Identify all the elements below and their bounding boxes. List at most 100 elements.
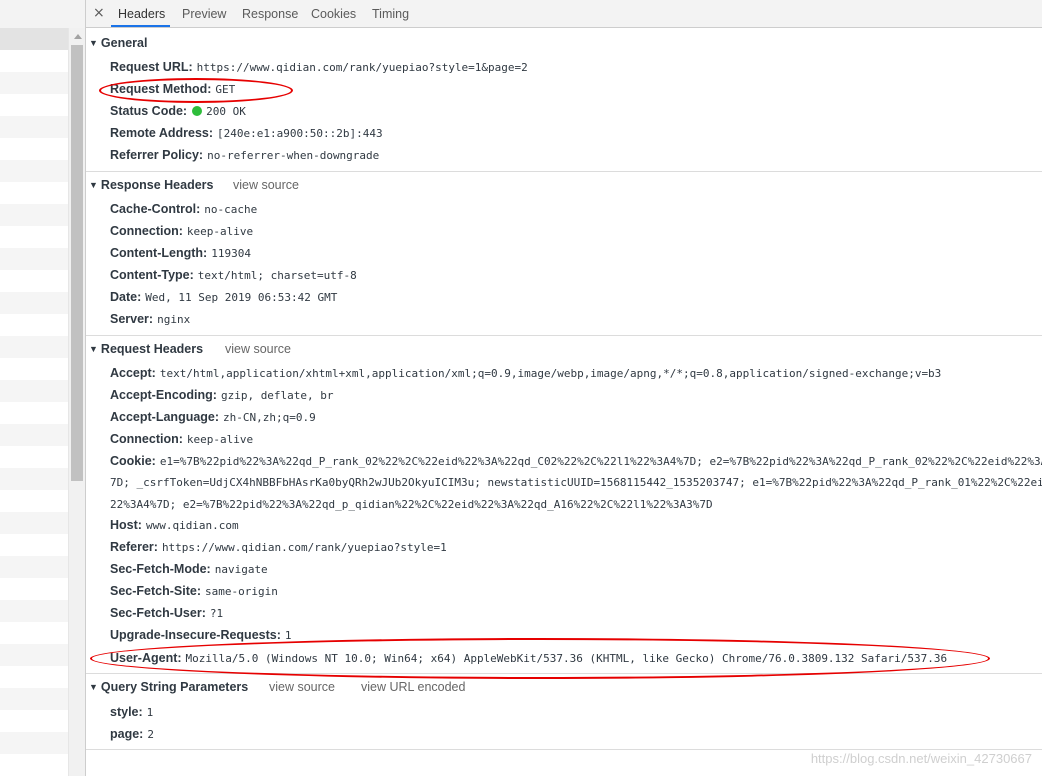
request-row[interactable] (0, 358, 68, 380)
request-row[interactable] (0, 270, 68, 292)
request-row[interactable] (0, 138, 68, 160)
request-row[interactable] (0, 556, 68, 578)
collapse-triangle-icon[interactable]: ▼ (89, 682, 98, 692)
header-value: 200 OK (206, 105, 246, 118)
section-title-label: Response Headers (100, 178, 214, 192)
header-key: User-Agent: (110, 651, 182, 665)
header-row: Content-Type: text/html; charset=utf-8 (110, 268, 357, 282)
request-row[interactable] (0, 292, 68, 314)
request-row[interactable] (0, 160, 68, 182)
header-row: Accept-Language: zh-CN,zh;q=0.9 (110, 410, 316, 424)
section-title-label: Request Headers (100, 342, 204, 356)
section-response-headers-title[interactable]: ▼ Response Headers (89, 178, 213, 192)
status-ok-icon (192, 106, 203, 116)
section-title-label: General (100, 36, 148, 50)
tab-preview[interactable]: Preview (182, 7, 226, 21)
request-row[interactable] (0, 446, 68, 468)
header-value: www.qidian.com (145, 519, 239, 532)
request-row[interactable] (0, 512, 68, 534)
request-row[interactable] (0, 688, 68, 710)
request-row[interactable] (0, 534, 68, 556)
header-value: keep-alive (186, 433, 254, 446)
request-row[interactable] (0, 754, 68, 776)
view-source-link[interactable]: view source (225, 342, 291, 356)
request-list[interactable] (0, 28, 68, 776)
left-pane-header (0, 0, 85, 29)
request-row[interactable] (0, 116, 68, 138)
header-key: Sec-Fetch-Site: (110, 584, 201, 598)
scrollbar-thumb[interactable] (71, 45, 83, 481)
request-row[interactable] (0, 94, 68, 116)
request-row[interactable] (0, 490, 68, 512)
header-key: Connection: (110, 432, 183, 446)
header-row: Remote Address: [240e:e1:a900:50::2b]:443 (110, 126, 383, 140)
header-value: keep-alive (186, 225, 254, 238)
tab-cookies[interactable]: Cookies (311, 7, 356, 21)
header-value: GET (215, 83, 236, 96)
request-row[interactable] (0, 732, 68, 754)
request-row[interactable] (0, 424, 68, 446)
view-source-link[interactable]: view source (233, 178, 299, 192)
request-row[interactable] (0, 666, 68, 688)
request-row[interactable] (0, 380, 68, 402)
header-key: Accept-Encoding: (110, 388, 217, 402)
header-value: no-referrer-when-downgrade (207, 149, 380, 162)
header-key: Referer: (110, 540, 158, 554)
request-row[interactable] (0, 644, 68, 666)
watermark: https://blog.csdn.net/weixin_42730667 (810, 751, 1032, 766)
header-key: Request URL: (110, 60, 193, 74)
section-request-headers-title[interactable]: ▼ Request Headers (89, 342, 203, 356)
request-row[interactable] (0, 204, 68, 226)
request-row[interactable] (0, 468, 68, 490)
request-row[interactable] (0, 710, 68, 732)
collapse-triangle-icon[interactable]: ▼ (89, 38, 98, 48)
cookie-continuation-line: 7D; _csrfToken=UdjCX4hNBBFbHAsrKa0byQRh2… (110, 476, 1042, 489)
request-row[interactable] (0, 622, 68, 644)
section-divider (86, 749, 1042, 750)
request-row[interactable] (0, 578, 68, 600)
header-key: Content-Length: (110, 246, 208, 260)
close-icon[interactable]: × (93, 5, 105, 21)
view-source-link[interactable]: view source (269, 680, 335, 694)
request-row[interactable] (0, 50, 68, 72)
request-row[interactable] (0, 28, 68, 50)
header-row: Server: nginx (110, 312, 190, 326)
request-row[interactable] (0, 314, 68, 336)
header-value: navigate (214, 563, 268, 576)
header-row: Host: www.qidian.com (110, 518, 239, 532)
request-row[interactable] (0, 226, 68, 248)
header-row: Referer: https://www.qidian.com/rank/yuep… (110, 540, 447, 554)
section-query-string-title[interactable]: ▼ Query String Parameters (89, 680, 248, 694)
header-row: Sec-Fetch-Site: same-origin (110, 584, 278, 598)
header-value: gzip, deflate, br (220, 389, 334, 402)
request-row[interactable] (0, 600, 68, 622)
view-url-encoded-link[interactable]: view URL encoded (361, 680, 465, 694)
header-value: text/html,application/xhtml+xml,applicat… (159, 367, 942, 380)
tab-timing[interactable]: Timing (372, 7, 409, 21)
header-value: https://www.qidian.com/rank/yuepiao?styl… (161, 541, 447, 554)
header-row: Connection: keep-alive (110, 224, 253, 238)
header-row: Referrer Policy: no-referrer-when-downgra… (110, 148, 379, 162)
request-list-scrollbar[interactable] (68, 28, 86, 776)
header-row: Connection: keep-alive (110, 432, 253, 446)
headers-panel: ▼ General Request URL: https://www.qidian.… (86, 28, 1042, 776)
request-row[interactable] (0, 402, 68, 424)
scroll-up-arrow-icon[interactable] (74, 34, 82, 39)
header-key: Status Code: (110, 104, 188, 118)
tab-headers[interactable]: Headers (118, 7, 165, 21)
header-row: Status Code: 200 OK (110, 104, 246, 118)
header-key: Remote Address: (110, 126, 214, 140)
request-row[interactable] (0, 72, 68, 94)
header-key: Host: (110, 518, 142, 532)
collapse-triangle-icon[interactable]: ▼ (89, 180, 98, 190)
request-row[interactable] (0, 182, 68, 204)
tab-response[interactable]: Response (242, 7, 298, 21)
request-row[interactable] (0, 248, 68, 270)
collapse-triangle-icon[interactable]: ▼ (89, 344, 98, 354)
request-row[interactable] (0, 336, 68, 358)
header-value: https://www.qidian.com/rank/yuepiao?styl… (196, 61, 528, 74)
section-general-title[interactable]: ▼ General (89, 36, 147, 50)
header-key: Sec-Fetch-Mode: (110, 562, 211, 576)
header-row: Upgrade-Insecure-Requests: 1 (110, 628, 292, 642)
header-row: Accept-Encoding: gzip, deflate, br (110, 388, 334, 402)
